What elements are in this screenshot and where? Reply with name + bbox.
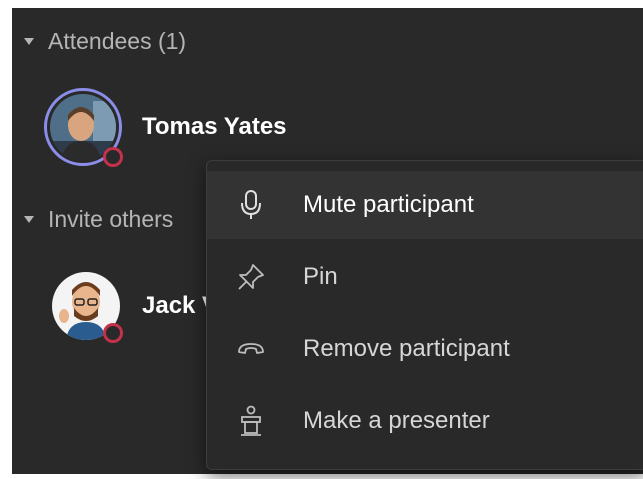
busy-status-icon (103, 323, 123, 343)
menu-item-label: Mute participant (303, 191, 474, 218)
menu-item-label: Make a presenter (303, 407, 490, 434)
menu-item-mute-participant[interactable]: Mute participant (207, 171, 643, 239)
menu-item-remove-participant[interactable]: Remove participant (207, 315, 643, 383)
invitee-item[interactable]: Jack V (52, 272, 218, 343)
microphone-icon (231, 185, 271, 225)
caret-down-icon (24, 37, 34, 45)
invite-section-label: Invite others (48, 205, 174, 232)
hang-up-icon (231, 329, 271, 369)
menu-item-label: Pin (303, 263, 338, 290)
menu-item-pin[interactable]: Pin (207, 243, 643, 311)
pin-icon (231, 257, 271, 297)
avatar (44, 88, 123, 167)
menu-item-make-presenter[interactable]: Make a presenter (207, 387, 643, 455)
menu-item-label: Remove participant (303, 335, 510, 362)
invite-section-header[interactable]: Invite others (24, 205, 173, 233)
participant-item[interactable]: Tomas Yates (44, 88, 287, 167)
podium-icon (231, 401, 271, 441)
avatar (52, 272, 123, 343)
attendees-section-header[interactable]: Attendees (1) (24, 27, 186, 55)
participant-context-menu: Mute participant Pin Remove participant (206, 160, 643, 470)
caret-down-icon (24, 215, 34, 223)
busy-status-icon (103, 147, 123, 167)
attendees-section-label: Attendees (1) (48, 27, 187, 54)
participant-name: Tomas Yates (142, 113, 287, 140)
